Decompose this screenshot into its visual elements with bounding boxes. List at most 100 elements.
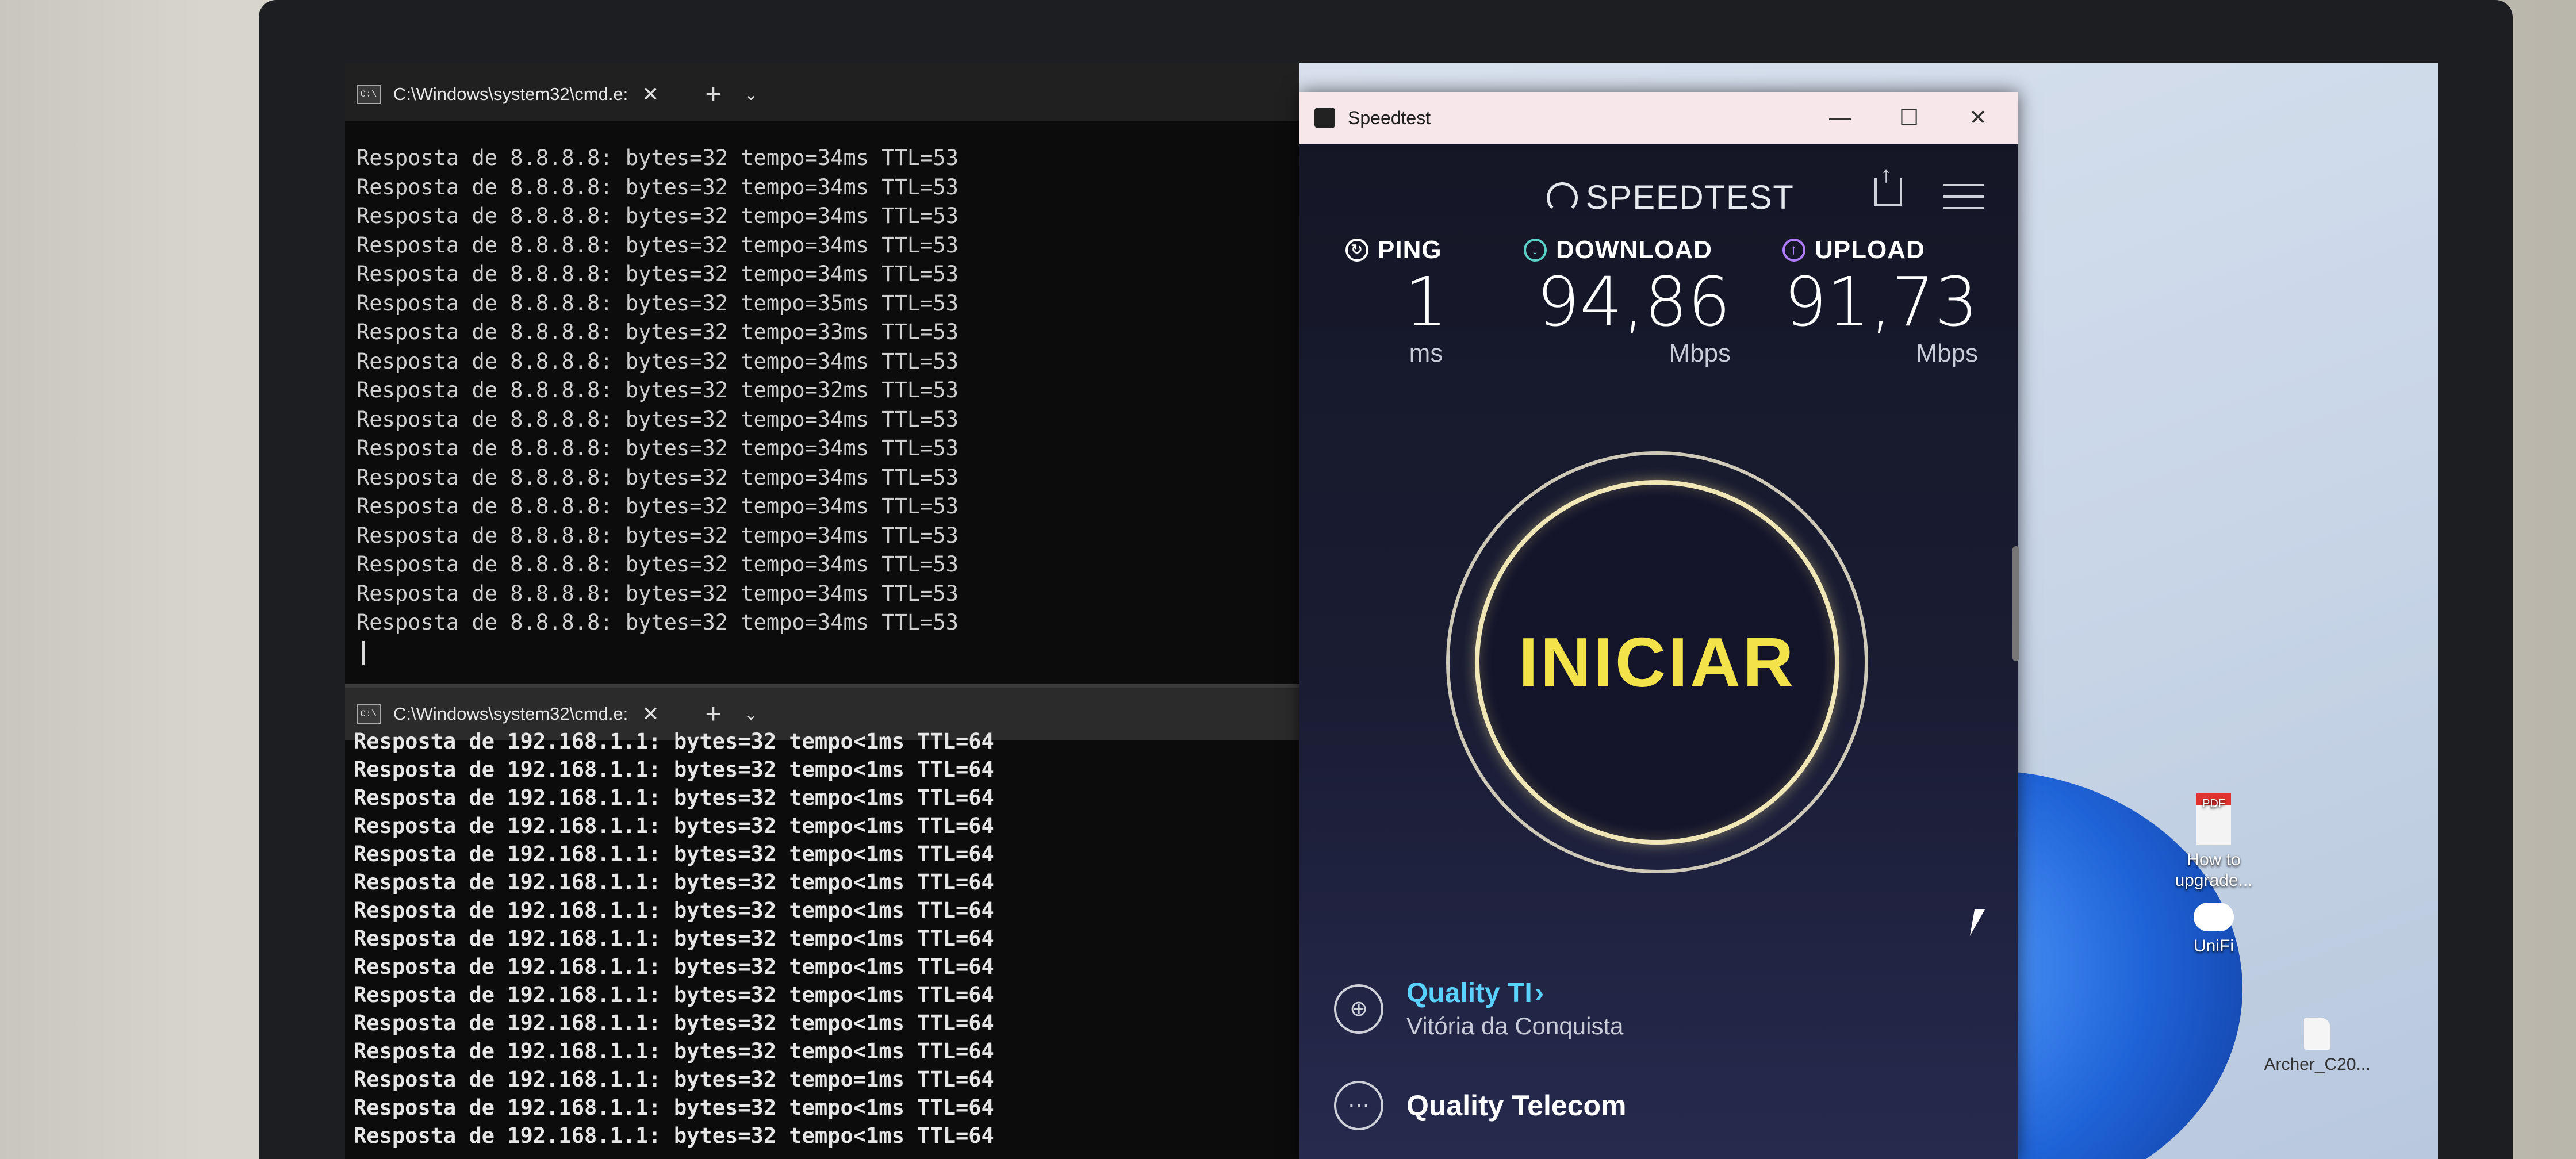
terminal-top-tab[interactable]: C:\ C:\Windows\system32\cmd.e: ✕ + ⌄ [356, 77, 758, 112]
desktop-icon-archer[interactable]: Archer_C20... [2260, 1018, 2375, 1075]
download-value: 94,86 [1536, 262, 1731, 341]
upload-arrow-icon: ↑ [1782, 239, 1805, 262]
tab-title: C:\Windows\system32\cmd.e: [393, 84, 628, 104]
maximize-button[interactable]: ☐ [1874, 92, 1943, 144]
upload-header: ↑ UPLOAD [1782, 236, 1978, 264]
share-icon[interactable] [1874, 162, 1902, 206]
terminal-line: Resposta de 8.8.8.8: bytes=32 tempo=34ms… [356, 262, 959, 286]
terminal-line: Resposta de 192.168.1.1: bytes=32 tempo<… [354, 870, 994, 895]
terminal-line: Resposta de 8.8.8.8: bytes=32 tempo=34ms… [356, 610, 959, 635]
terminal-line: Resposta de 8.8.8.8: bytes=32 tempo=32ms… [356, 378, 959, 402]
terminal-line: Resposta de 8.8.8.8: bytes=32 tempo=34ms… [356, 232, 959, 258]
terminal-line: Resposta de 8.8.8.8: bytes=32 tempo=34ms… [356, 552, 959, 577]
download-metric: ↓ DOWNLOAD 94,86 Mbps [1524, 236, 1731, 368]
terminal-line: Resposta de 192.168.1.1: bytes=32 tempo<… [354, 813, 994, 838]
terminal-line: Resposta de 192.168.1.1: bytes=32 tempo<… [354, 1011, 994, 1035]
ping-icon: ↻ [1346, 239, 1368, 262]
brand-text: SPEEDTEST [1586, 179, 1795, 216]
desktop-icon-label: How to upgrade... [2175, 850, 2253, 890]
terminal-line: Resposta de 192.168.1.1: bytes=32 tempo<… [354, 1095, 994, 1120]
terminal-line: Resposta de 8.8.8.8: bytes=32 tempo=34ms… [356, 494, 959, 519]
close-tab-icon[interactable]: ✕ [642, 702, 659, 726]
new-tab-button[interactable]: + [705, 699, 721, 730]
chevron-down-icon[interactable]: ⌄ [745, 85, 758, 104]
speedtest-window[interactable]: Speedtest — ☐ ✕ SPEEDTEST ↻ PING 1 ms ↓ … [1300, 92, 2018, 1159]
cmd-icon: C:\ [356, 704, 381, 724]
new-tab-button[interactable]: + [705, 79, 721, 110]
terminal-top-tab-bar: C:\ C:\Windows\system32\cmd.e: ✕ + ⌄ [345, 63, 1300, 121]
isp-name[interactable]: Quality TI [1406, 978, 1532, 1008]
download-label: DOWNLOAD [1556, 236, 1712, 264]
unifi-cloud-icon [2194, 903, 2234, 931]
desktop-icon-unifi[interactable]: UniFi [2156, 903, 2271, 957]
window-controls: — ☐ ✕ [1805, 92, 2012, 144]
desktop-icon-label: UniFi [2193, 937, 2234, 955]
terminal-line: Resposta de 8.8.8.8: bytes=32 tempo=34ms… [356, 581, 959, 606]
speedtest-app-icon [1314, 108, 1335, 128]
terminal-line: Resposta de 8.8.8.8: bytes=32 tempo=34ms… [356, 406, 959, 432]
pdf-badge-text: PDF [2202, 797, 2225, 810]
terminal-line: Resposta de 192.168.1.1: bytes=32 tempo<… [354, 1123, 994, 1148]
isp-name-line: Quality TI › [1406, 977, 1623, 1009]
close-button[interactable]: ✕ [1943, 92, 2012, 144]
isp-info: Quality TI › Vitória da Conquista [1406, 977, 1623, 1040]
start-test-button[interactable]: INICIAR [1475, 480, 1839, 845]
ping-value: 1 [1404, 262, 1448, 341]
download-arrow-icon: ↓ [1524, 239, 1547, 262]
terminal-line: Resposta de 192.168.1.1: bytes=32 tempo<… [354, 729, 994, 754]
terminal-bottom-output: Resposta de 192.168.1.1: bytes=32 tempo<… [354, 727, 994, 1150]
server-name[interactable]: Quality Telecom [1406, 1089, 1627, 1122]
tab-title: C:\Windows\system32\cmd.e: [393, 704, 628, 724]
terminal-line: Resposta de 192.168.1.1: bytes=32 tempo<… [354, 983, 994, 1007]
isp-city: Vitória da Conquista [1406, 1012, 1624, 1039]
ping-unit: ms [1409, 339, 1443, 367]
mouse-pointer-icon [1969, 909, 1985, 936]
ping-metric: ↻ PING 1 ms [1346, 236, 1472, 368]
terminal-line: Resposta de 8.8.8.8: bytes=32 tempo=34ms… [356, 204, 959, 228]
terminal-line: Resposta de 192.168.1.1: bytes=32 tempo<… [354, 1039, 994, 1064]
terminal-line: Resposta de 192.168.1.1: bytes=32 tempo=… [354, 1067, 994, 1092]
terminal-line: Resposta de 192.168.1.1: bytes=32 tempo<… [354, 757, 994, 782]
speedtest-logo: SPEEDTEST [1547, 178, 1795, 217]
chevron-down-icon[interactable]: ⌄ [745, 705, 758, 724]
terminal-line: Resposta de 8.8.8.8: bytes=32 tempo=34ms… [356, 436, 959, 460]
ping-header: ↻ PING [1346, 236, 1472, 264]
server-icon: ⋯ [1334, 1081, 1383, 1130]
desktop-icon-pdf[interactable]: PDF How to upgrade... [2156, 793, 2271, 891]
upload-unit: Mbps [1916, 339, 1978, 367]
download-header: ↓ DOWNLOAD [1524, 236, 1731, 264]
chevron-right-icon: › [1535, 978, 1544, 1008]
upload-metric: ↑ UPLOAD 91,73 Mbps [1782, 236, 1978, 368]
window-title: Speedtest [1348, 107, 1431, 128]
ping-label: PING [1378, 236, 1442, 264]
terminal-line: Resposta de 8.8.8.8: bytes=32 tempo=34ms… [356, 523, 959, 548]
terminal-line: Resposta de 8.8.8.8: bytes=32 tempo=34ms… [356, 145, 959, 170]
scrollbar[interactable] [2012, 546, 2019, 661]
text-cursor [362, 641, 365, 665]
server-row[interactable]: ⋯ Quality Telecom [1334, 1081, 1627, 1130]
terminal-bottom-tab[interactable]: C:\ C:\Windows\system32\cmd.e: ✕ + ⌄ [356, 697, 758, 731]
terminal-line: Resposta de 8.8.8.8: bytes=32 tempo=34ms… [356, 465, 959, 490]
settings-sliders-icon[interactable] [1943, 184, 1984, 213]
upload-value: 91,73 [1784, 262, 1978, 341]
globe-icon: ⊕ [1334, 984, 1383, 1034]
terminal-line: Resposta de 8.8.8.8: bytes=32 tempo=34ms… [356, 348, 959, 374]
cmd-icon: C:\ [356, 85, 381, 104]
terminal-top-output: Resposta de 8.8.8.8: bytes=32 tempo=34ms… [356, 144, 959, 638]
gauge-icon [1547, 182, 1578, 213]
close-tab-icon[interactable]: ✕ [642, 82, 659, 106]
terminal-line: Resposta de 192.168.1.1: bytes=32 tempo<… [354, 898, 994, 923]
speedtest-title-bar[interactable]: Speedtest — ☐ ✕ [1300, 92, 2018, 144]
terminal-window[interactable]: C:\ C:\Windows\system32\cmd.e: ✕ + ⌄ Res… [345, 63, 1300, 1159]
file-icon [2304, 1018, 2330, 1050]
terminal-line: Resposta de 8.8.8.8: bytes=32 tempo=35ms… [356, 290, 959, 316]
terminal-line: Resposta de 192.168.1.1: bytes=32 tempo<… [354, 954, 994, 979]
terminal-line: Resposta de 8.8.8.8: bytes=32 tempo=33ms… [356, 320, 959, 344]
upload-label: UPLOAD [1815, 236, 1925, 264]
download-unit: Mbps [1669, 339, 1731, 367]
terminal-line: Resposta de 192.168.1.1: bytes=32 tempo<… [354, 926, 994, 951]
isp-row[interactable]: ⊕ Quality TI › Vitória da Conquista [1334, 977, 1623, 1040]
minimize-button[interactable]: — [1805, 92, 1874, 144]
pdf-file-icon: PDF [2196, 793, 2231, 845]
screen: PDF How to upgrade... UniFi Archer_C20..… [345, 63, 2438, 1159]
